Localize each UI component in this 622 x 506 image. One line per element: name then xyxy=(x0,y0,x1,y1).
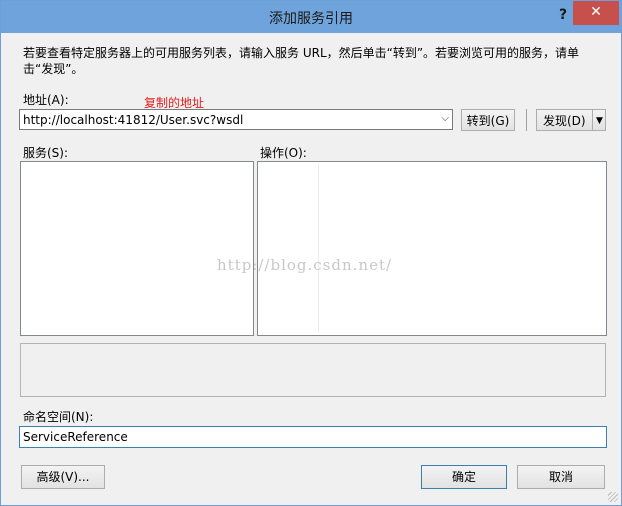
add-service-reference-dialog: 添加服务引用 ? ✕ 若要查看特定服务器上的可用服务列表，请输入服务 URL，然… xyxy=(0,0,622,506)
namespace-value: ServiceReference xyxy=(23,430,128,444)
services-label: 服务(S): xyxy=(23,146,69,160)
instructions-text: 若要查看特定服务器上的可用服务列表，请输入服务 URL，然后单击“转到”。若要浏… xyxy=(23,46,580,76)
chevron-down-icon[interactable]: ⌵ xyxy=(441,113,449,124)
address-label: 地址(A): xyxy=(23,93,69,107)
title-bar[interactable]: 添加服务引用 ? ✕ xyxy=(1,1,621,33)
address-combobox[interactable]: http://localhost:41812/User.svc?wsdl ⌵ xyxy=(19,109,453,130)
ok-button[interactable]: 确定 xyxy=(421,465,507,489)
cancel-button[interactable]: 取消 xyxy=(517,465,605,489)
close-icon[interactable]: ✕ xyxy=(573,1,619,25)
help-icon[interactable]: ? xyxy=(553,5,573,25)
window-title: 添加服务引用 xyxy=(269,11,353,27)
advanced-button[interactable]: 高级(V)... xyxy=(21,465,105,489)
operations-label: 操作(O): xyxy=(260,146,307,160)
discover-split-button[interactable]: 发现(D) ▼ xyxy=(536,109,606,131)
toolbar-separator xyxy=(526,109,527,131)
dropdown-arrow-icon[interactable]: ▼ xyxy=(596,110,603,132)
operations-column-divider xyxy=(318,163,319,333)
watermark-text: http://blog.csdn.net/ xyxy=(217,256,393,274)
namespace-input[interactable]: ServiceReference xyxy=(19,426,607,448)
go-button[interactable]: 转到(G) xyxy=(461,109,515,131)
discover-button[interactable]: 发现(D) xyxy=(537,114,586,128)
resize-grip-icon[interactable] xyxy=(608,492,618,502)
namespace-label: 命名空间(N): xyxy=(23,410,94,424)
operations-list[interactable] xyxy=(257,161,607,336)
status-message-area xyxy=(20,343,606,397)
split-divider xyxy=(592,110,593,130)
services-tree[interactable] xyxy=(20,161,254,336)
address-value: http://localhost:41812/User.svc?wsdl xyxy=(23,113,244,127)
